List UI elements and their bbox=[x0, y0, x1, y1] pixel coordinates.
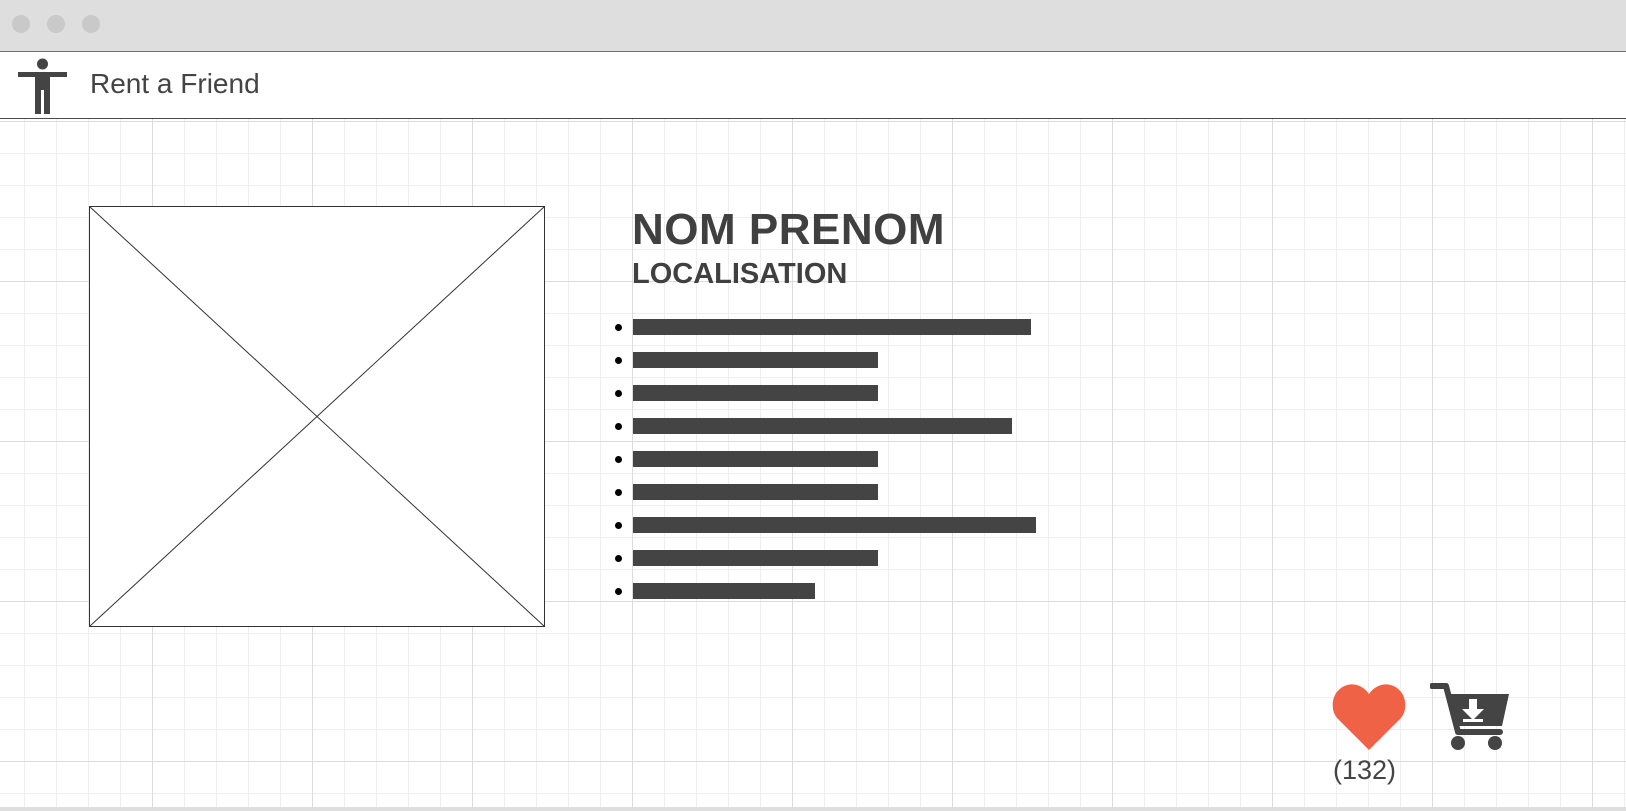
bullet-point bbox=[615, 456, 622, 463]
feature-text-placeholder bbox=[633, 517, 1036, 533]
heart-icon[interactable] bbox=[1332, 684, 1406, 755]
feature-item bbox=[612, 582, 1072, 600]
bullet-point bbox=[615, 489, 622, 496]
app-title[interactable]: Rent a Friend bbox=[90, 68, 260, 100]
bullet-point bbox=[615, 555, 622, 562]
feature-text-placeholder bbox=[633, 319, 1031, 335]
bullet-point bbox=[615, 390, 622, 397]
bullet-point bbox=[615, 588, 622, 595]
profile-location: LOCALISATION bbox=[632, 258, 848, 290]
window-minimize-dot[interactable] bbox=[47, 15, 65, 33]
feature-item bbox=[612, 384, 1072, 402]
feature-text-placeholder bbox=[633, 550, 878, 566]
profile-photo-placeholder bbox=[89, 206, 545, 627]
feature-item bbox=[612, 450, 1072, 468]
feature-text-placeholder bbox=[633, 385, 878, 401]
bullet-point bbox=[615, 522, 622, 529]
feature-text-placeholder bbox=[633, 484, 878, 500]
feature-item bbox=[612, 417, 1072, 435]
feature-item bbox=[612, 318, 1072, 336]
profile-name: NOM PRENOM bbox=[632, 205, 945, 254]
feature-item bbox=[612, 516, 1072, 534]
bullet-point bbox=[615, 357, 622, 364]
feature-item bbox=[612, 483, 1072, 501]
bullet-point bbox=[615, 324, 622, 331]
feature-text-placeholder bbox=[633, 418, 1012, 434]
feature-text-placeholder bbox=[633, 583, 815, 599]
window-bottom-edge bbox=[0, 807, 1626, 811]
window-close-dot[interactable] bbox=[12, 15, 30, 33]
feature-item bbox=[612, 549, 1072, 567]
window-titlebar bbox=[0, 0, 1626, 52]
feature-text-placeholder bbox=[633, 352, 878, 368]
window-maximize-dot[interactable] bbox=[82, 15, 100, 33]
app-header: Rent a Friend bbox=[0, 52, 1626, 119]
accessibility-person-icon[interactable] bbox=[18, 58, 68, 119]
feature-text-placeholder bbox=[633, 451, 878, 467]
like-count: (132) bbox=[1333, 755, 1397, 785]
cart-download-icon[interactable] bbox=[1429, 682, 1510, 757]
feature-item bbox=[612, 351, 1072, 369]
bullet-point bbox=[615, 423, 622, 430]
